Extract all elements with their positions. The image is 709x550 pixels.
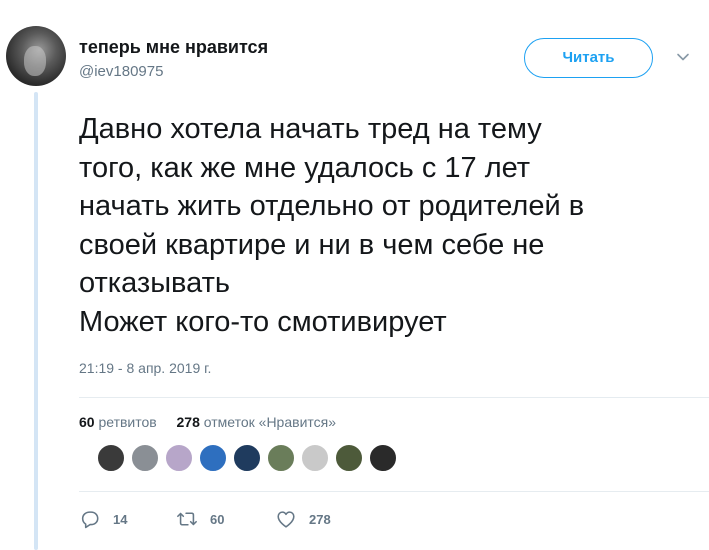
like-count: 278	[309, 511, 331, 527]
retweets-label[interactable]: ретвитов	[98, 414, 156, 430]
retweets-count[interactable]: 60	[79, 414, 95, 430]
liker-avatar[interactable]	[198, 443, 228, 473]
likes-count[interactable]: 278	[177, 414, 200, 430]
like-button[interactable]: 278	[275, 508, 331, 530]
tweet-line: отказывать	[79, 267, 231, 299]
liker-avatar[interactable]	[368, 443, 398, 473]
heart-icon	[277, 511, 295, 528]
liker-avatar[interactable]	[300, 443, 330, 473]
tweet-stats: 60 ретвитов 278 отметок «Нравится»	[79, 414, 336, 430]
reply-button[interactable]: 14	[79, 508, 127, 530]
display-name[interactable]: теперь мне нравится	[79, 37, 268, 58]
tweet-line: того, как же мне удалось с 17 лет	[79, 151, 531, 184]
liker-avatar[interactable]	[232, 443, 262, 473]
retweet-button[interactable]: 60	[176, 508, 224, 530]
tweet-text: Давно хотела начать тред на тему того, к…	[79, 110, 699, 341]
tweet-line: Может кого-то смотивирует	[79, 305, 447, 338]
tweet-line: Давно хотела начать тред на тему	[79, 113, 542, 145]
follow-button[interactable]: Читать	[524, 38, 653, 78]
user-handle[interactable]: @iev180975	[79, 63, 163, 80]
thread-line	[34, 92, 38, 550]
reply-count: 14	[113, 511, 128, 527]
likes-label[interactable]: отметок «Нравится»	[204, 414, 336, 430]
divider	[79, 397, 709, 398]
divider	[79, 491, 709, 492]
reply-icon	[81, 511, 99, 529]
tweet-line: своей квартире и ни в чем себе не	[79, 228, 545, 261]
liker-avatar[interactable]	[130, 443, 160, 473]
liker-avatar[interactable]	[164, 443, 194, 473]
tweet-line: начать жить отдельно от родителей в	[79, 190, 585, 222]
retweet-icon	[177, 512, 197, 526]
chevron-down-icon[interactable]	[676, 50, 690, 64]
avatar[interactable]	[6, 26, 66, 86]
tweet-timestamp[interactable]: 21:19 - 8 апр. 2019 г.	[79, 360, 211, 376]
liker-avatar[interactable]	[334, 443, 364, 473]
retweet-count: 60	[210, 511, 225, 527]
liker-avatar[interactable]	[96, 443, 126, 473]
liker-avatar[interactable]	[266, 443, 296, 473]
